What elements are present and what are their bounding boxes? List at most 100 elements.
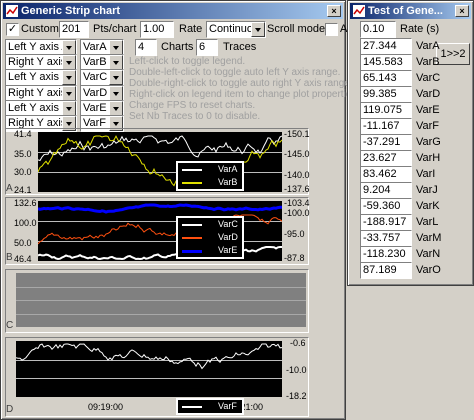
chevron-down-icon[interactable] (62, 40, 76, 55)
mode-select[interactable]: Continuous (206, 21, 266, 38)
var-value-input[interactable]: 87.189 (360, 262, 412, 279)
var-value-input[interactable]: -59.360 (360, 198, 412, 215)
plot-area[interactable] (15, 341, 283, 397)
strip-chart-window: Generic Strip chart × ✓ Custom 201 Pts/c… (0, 0, 364, 420)
chevron-down-icon[interactable] (109, 101, 123, 116)
chart-c[interactable]: C (5, 269, 309, 333)
var-value-input[interactable]: 119.075 (360, 102, 412, 119)
trace-varb (37, 135, 283, 187)
chart-a-legend[interactable]: VarA VarB (176, 161, 244, 191)
var-name-label: VarG (416, 136, 441, 148)
chevron-down-icon[interactable] (62, 86, 76, 101)
var-name-label: VarE (416, 104, 440, 116)
trace-vard (37, 214, 283, 245)
var-value-input[interactable]: 99.385 (360, 86, 412, 103)
right-axis-tick: -150.1 (284, 129, 310, 139)
chart-d-legend[interactable]: VarF (176, 398, 244, 415)
var-value-input[interactable]: 27.344 (360, 38, 412, 55)
chart-letter: D (6, 404, 14, 415)
plot-area[interactable] (37, 201, 283, 261)
title-bar[interactable]: Test of Gene... × (350, 3, 471, 19)
test-rate-input[interactable]: 0.10 (360, 21, 396, 38)
var-value-input[interactable]: -33.757 (360, 230, 412, 247)
trace-vara (37, 135, 283, 162)
chevron-down-icon[interactable] (62, 101, 76, 116)
var-value-input[interactable]: 23.627 (360, 150, 412, 167)
align-checkbox[interactable] (325, 23, 338, 36)
charts-label: Charts (161, 41, 194, 53)
var-name-label: VarH (416, 152, 441, 164)
var-name-label: VarL (416, 216, 439, 228)
var-name-label: VarI (416, 168, 436, 180)
right-axis-tick: -100.0 (284, 208, 310, 218)
var-value-input[interactable]: 145.583 (360, 54, 412, 71)
var-value-input[interactable]: -37.291 (360, 134, 412, 151)
chevron-down-icon[interactable] (109, 40, 123, 55)
chart-b-traces (37, 203, 283, 261)
chevron-down-icon[interactable] (109, 70, 123, 85)
var-value-input[interactable]: 65.143 (360, 70, 412, 87)
left-axis-tick: 50.0 (14, 238, 32, 248)
chevron-down-icon[interactable] (62, 55, 76, 70)
trace-axis-value: Left Y axis B (8, 71, 70, 83)
var-value-input[interactable]: -118.230 (360, 246, 412, 263)
legend-item[interactable]: VarA (178, 163, 242, 176)
trace-vare (37, 203, 283, 214)
var-value-input[interactable]: 83.462 (360, 166, 412, 183)
chart-d-traces (15, 343, 283, 379)
close-button[interactable]: × (455, 5, 469, 17)
right-axis-tick: -95.0 (284, 229, 305, 239)
var-value-input[interactable]: 9.204 (360, 182, 412, 199)
close-button[interactable]: × (327, 5, 341, 17)
switch-button[interactable]: 1>>2 (436, 43, 470, 65)
chart-letter: B (6, 252, 13, 263)
plot-area[interactable] (16, 273, 306, 327)
trace-axis-select[interactable]: Left Y axis B (5, 69, 77, 86)
left-axis-tick: 46.4 (14, 254, 32, 264)
var-name-label: VarM (416, 232, 442, 244)
var-name-label: VarF (416, 120, 440, 132)
chart-a-traces (37, 135, 283, 187)
var-name-label: VarD (416, 88, 441, 100)
trace-varf (15, 343, 283, 370)
trace-axis-value: Left Y axis A (8, 41, 69, 53)
chart-a[interactable]: 41.4 35.0 30.0 24.1 A -150.1 -145.0 -140… (5, 128, 310, 195)
var-value-input[interactable]: -11.167 (360, 118, 412, 135)
legend-item[interactable]: VarB (178, 176, 242, 189)
left-axis-tick: 30.0 (14, 167, 32, 177)
legend-item[interactable]: VarC (178, 218, 242, 231)
legend-item[interactable]: VarE (178, 244, 242, 257)
rate-input[interactable]: 1.00 (140, 21, 174, 38)
chevron-down-icon[interactable] (62, 70, 76, 85)
title-bar[interactable]: Generic Strip chart × (3, 3, 343, 19)
custom-checkbox[interactable]: ✓ (6, 23, 19, 36)
right-axis-tick: -0.6 (290, 338, 306, 348)
chevron-down-icon[interactable] (109, 86, 123, 101)
pts-per-chart-input[interactable]: 201 (59, 21, 89, 38)
traces-label: Traces (223, 41, 257, 53)
var-name-label: VarC (416, 72, 441, 84)
trace-var-select[interactable]: VarC (80, 69, 124, 86)
legend-item[interactable]: VarF (178, 400, 242, 413)
hint-line: Left-click to toggle legend. (129, 56, 246, 67)
test-rate-label: Rate (s) (400, 23, 440, 35)
window-title: Generic Strip chart (21, 5, 121, 17)
chart-d[interactable]: D -0.6 -10.0 -18.2 09:19:00 09:21:00 Var… (5, 337, 309, 417)
chevron-down-icon[interactable] (251, 22, 265, 37)
chevron-down-icon[interactable] (109, 55, 123, 70)
right-axis-tick: -18.2 (286, 391, 307, 401)
hint-line: Change FPS to reset charts. (129, 100, 256, 111)
plot-area[interactable] (37, 132, 283, 192)
var-name-label: VarJ (416, 184, 438, 196)
chart-b-legend[interactable]: VarC VarD VarE (176, 216, 244, 259)
traces-count-input[interactable]: 6 (196, 39, 218, 56)
charts-count-input[interactable]: 4 (135, 39, 157, 56)
left-axis-tick: 132.6 (14, 198, 37, 208)
trace-axis-value: Left Y axis B (8, 102, 70, 114)
legend-item[interactable]: VarD (178, 231, 242, 244)
var-value-input[interactable]: -188.917 (360, 214, 412, 231)
chart-b[interactable]: 132.6 100.0 50.0 46.4 B -103.4 -100.0 -9… (5, 197, 310, 265)
trace-var-value: VarA (83, 41, 107, 53)
left-axis-tick: 100.0 (14, 218, 37, 228)
var-name-label: VarO (416, 264, 441, 276)
